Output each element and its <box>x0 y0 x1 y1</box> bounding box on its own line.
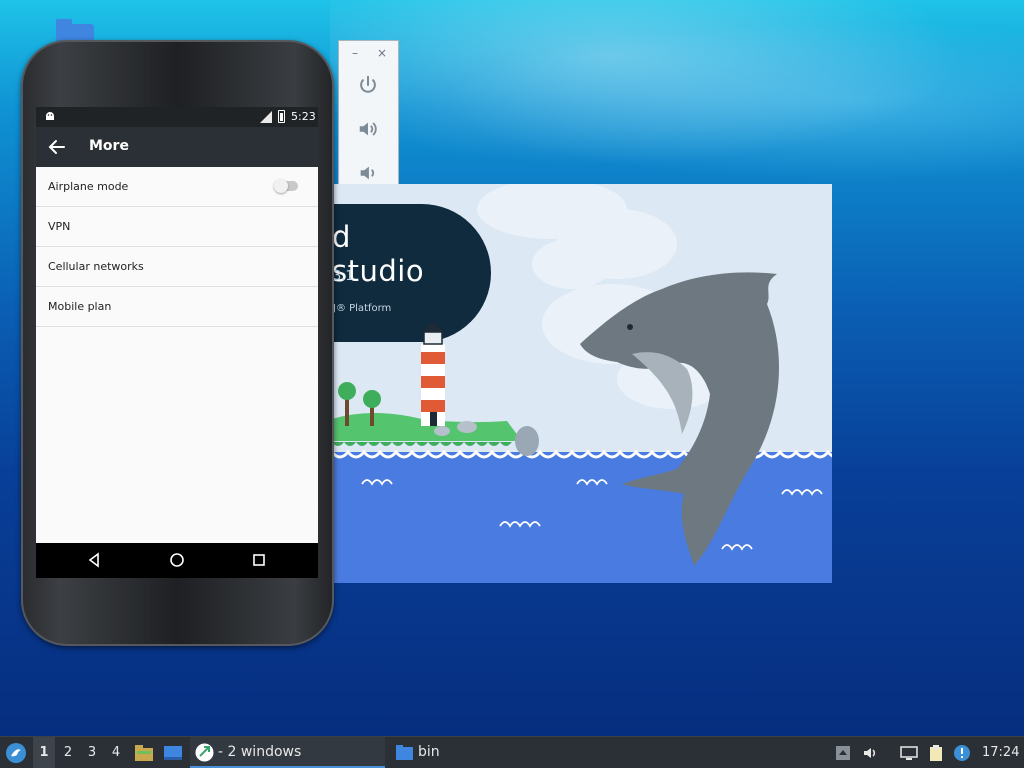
network-icon[interactable] <box>900 744 918 762</box>
back-arrow-icon[interactable] <box>48 138 66 156</box>
taskbar-task-bin[interactable]: bin <box>390 737 540 768</box>
status-bar: 5:23 <box>36 107 318 127</box>
volume-icon[interactable] <box>862 744 880 762</box>
home-icon[interactable] <box>169 552 185 568</box>
workspace-1-button[interactable]: 1 <box>33 737 55 768</box>
power-icon[interactable] <box>356 73 380 97</box>
signal-icon <box>260 111 272 123</box>
start-menu-icon[interactable] <box>5 742 27 764</box>
update-notification-icon[interactable] <box>953 744 971 762</box>
workspace-4-button[interactable]: 4 <box>105 737 127 768</box>
volume-up-icon[interactable] <box>356 117 380 141</box>
settings-item-mobile-plan[interactable]: Mobile plan <box>36 287 318 327</box>
splash-version: 3.1 <box>333 269 354 284</box>
desktop-background <box>330 0 1024 185</box>
toolbar-close-button[interactable]: × <box>377 46 387 60</box>
toolbar-minimize-button[interactable]: – <box>352 46 358 60</box>
back-icon[interactable] <box>86 552 102 568</box>
action-bar: More <box>36 127 318 167</box>
settings-item-label: Mobile plan <box>48 300 112 313</box>
emulator-toolbar: – × <box>338 40 399 190</box>
workspace-3-button[interactable]: 3 <box>81 737 103 768</box>
task-label: bin <box>418 744 440 760</box>
airplane-mode-toggle[interactable] <box>274 179 298 193</box>
navigation-bar <box>36 543 318 578</box>
android-studio-splash: d studio 3.1 J® Platform <box>332 184 832 583</box>
clock[interactable]: 17:24 <box>982 737 1019 768</box>
settings-item-vpn[interactable]: VPN <box>36 207 318 247</box>
recents-icon[interactable] <box>251 552 267 568</box>
tray-expand-icon[interactable] <box>834 744 852 762</box>
settings-list: Airplane mode VPN Cellular networks Mobi… <box>36 167 318 327</box>
workspace-2-button[interactable]: 2 <box>57 737 79 768</box>
page-title: More <box>89 138 129 154</box>
phone-screen: 5:23 More Airplane mode VPN Cellular net… <box>36 107 318 578</box>
settings-item-cellular-networks[interactable]: Cellular networks <box>36 247 318 287</box>
settings-item-label: Airplane mode <box>48 180 129 193</box>
folder-icon <box>396 745 413 760</box>
splash-platform: J® Platform <box>333 303 392 314</box>
taskbar: 1 2 3 4 - 2 windows bin 17:24 <box>0 736 1024 768</box>
volume-down-icon[interactable] <box>356 161 380 185</box>
status-time: 5:23 <box>291 110 316 123</box>
taskbar-task-android-studio[interactable]: - 2 windows <box>190 737 385 768</box>
android-studio-icon <box>195 743 214 762</box>
show-desktop-icon[interactable] <box>163 743 183 763</box>
settings-item-label: VPN <box>48 220 71 233</box>
battery-icon <box>278 110 285 123</box>
task-label: - 2 windows <box>218 744 302 760</box>
settings-item-airplane-mode[interactable]: Airplane mode <box>36 167 318 207</box>
file-manager-launcher-icon[interactable] <box>134 743 154 763</box>
settings-item-label: Cellular networks <box>48 260 144 273</box>
android-notification-icon <box>46 112 54 120</box>
clipboard-icon[interactable] <box>927 744 945 762</box>
